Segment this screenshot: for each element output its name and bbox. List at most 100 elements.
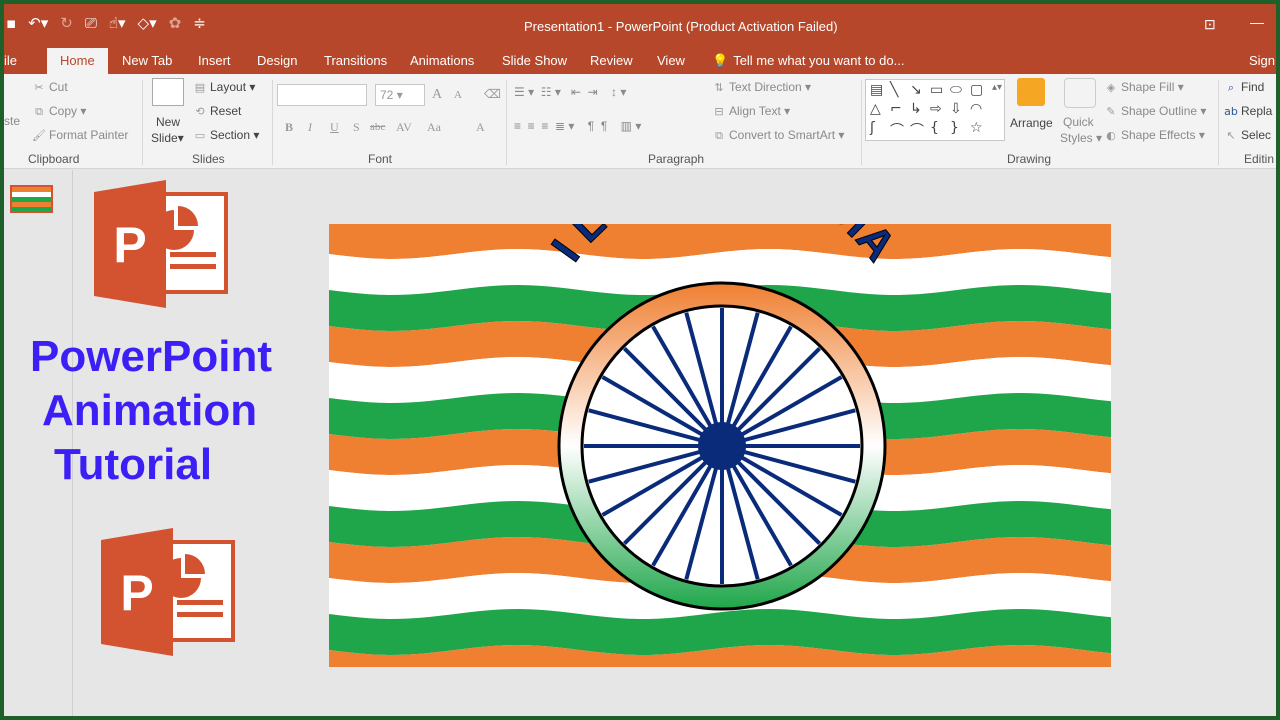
thumb-stripe [12, 207, 51, 211]
elbow-arrow-icon[interactable]: ↳ [910, 101, 922, 117]
curve-icon[interactable]: ⌒ [890, 120, 904, 140]
font-size-combo[interactable]: 72 ▾ [375, 84, 425, 106]
convert-smartart-button[interactable]: ⧉ Convert to SmartArt ▾ [712, 128, 844, 143]
overlay-title-line-2: Animation [42, 386, 258, 435]
touch-mode-icon[interactable]: ☝▾ [109, 14, 126, 32]
undo-icon[interactable]: ↶▾ [28, 14, 48, 32]
copy-button[interactable]: ⧉ Copy ▾ [32, 104, 86, 119]
layout-button[interactable]: ▤ Layout ▾ [193, 80, 256, 94]
cut-button[interactable]: ✂ Cut [32, 80, 67, 94]
arrange-icon[interactable] [1017, 78, 1045, 106]
select-button[interactable]: ↖ Selec [1224, 128, 1271, 142]
clear-formatting-icon[interactable]: ⌫ [484, 87, 501, 102]
textbox-shape-icon[interactable]: ▤ [870, 82, 883, 98]
share-icon[interactable]: ✿ [169, 14, 182, 32]
reset-label: Reset [210, 104, 242, 118]
minimize-icon[interactable]: — [1250, 14, 1264, 30]
tab-new-tab[interactable]: New Tab [122, 53, 172, 68]
redo-icon[interactable]: ↻ [60, 14, 73, 32]
section-button[interactable]: ▭ Section ▾ [193, 128, 260, 142]
separator [1218, 80, 1219, 165]
tell-me-text: Tell me what you want to do... [733, 53, 905, 68]
font-name-combo[interactable] [277, 84, 367, 106]
tab-home[interactable]: Home [47, 48, 108, 74]
elbow-connector-icon[interactable]: ⌐ [890, 101, 902, 117]
more-commands-icon[interactable]: ≑ [193, 14, 206, 32]
text-direction-button[interactable]: ⇅ Text Direction ▾ [712, 80, 811, 94]
star-icon[interactable]: ☆ [970, 120, 983, 136]
format-painter-button[interactable]: 🖌 Format Painter [32, 128, 128, 142]
align-text-label: Align Text [729, 104, 781, 118]
oval-shape-icon[interactable]: ⬭ [950, 82, 962, 98]
shape-outline-button[interactable]: ✎ Shape Outline ▾ [1104, 104, 1206, 118]
present-icon[interactable]: ⎚ [85, 14, 97, 32]
align-text-button[interactable]: ⊟ Align Text ▾ [712, 104, 790, 118]
new-slide-label-2[interactable]: Slide▾ [151, 131, 184, 145]
drawing-group-label: Drawing [1007, 152, 1052, 166]
underline-button[interactable]: U [330, 120, 339, 135]
brace-open-icon[interactable]: { [930, 120, 939, 136]
save-icon[interactable]: ▪ [6, 14, 16, 32]
font-color-button[interactable]: A [476, 120, 485, 135]
tab-review[interactable]: Review [590, 53, 633, 68]
right-arrow-icon[interactable]: ⇨ [930, 101, 942, 117]
line-shape-icon[interactable]: ╲ [890, 82, 898, 98]
change-case-button[interactable]: Aa [427, 120, 441, 135]
shrink-font-button[interactable]: A [454, 89, 462, 101]
tell-me-box[interactable]: 💡 Tell me what you want to do... [712, 53, 904, 69]
tab-transitions[interactable]: Transitions [324, 53, 387, 68]
slide-canvas[interactable]: I LOVE MY INDIA [329, 224, 1111, 667]
curve-2-icon[interactable]: ⌒ [910, 120, 924, 140]
tab-design[interactable]: Design [257, 53, 297, 68]
tab-insert[interactable]: Insert [198, 53, 231, 68]
slide-thumbnail-1[interactable] [10, 185, 53, 213]
tab-file[interactable]: ile [4, 53, 17, 68]
overlay-title-line-1: PowerPoint [30, 332, 273, 381]
rounded-rect-icon[interactable]: ▢ [970, 82, 983, 98]
quick-styles-label-2[interactable]: Styles ▾ [1060, 131, 1102, 145]
quick-styles-icon[interactable] [1064, 78, 1096, 108]
shape-fill-button[interactable]: ◈ Shape Fill ▾ [1104, 80, 1184, 94]
wavy-flag-graphic[interactable]: I LOVE MY INDIA [329, 224, 1111, 667]
strikethrough-button[interactable]: abc [370, 121, 385, 133]
rectangle-shape-icon[interactable]: ▭ [930, 82, 943, 98]
ribbon-tabs: ile Home New Tab Insert Design Transitio… [4, 44, 1276, 74]
clipboard-group-label: Clipboard [28, 152, 80, 166]
shapes-gallery[interactable]: ▤ ╲ ↘ ▭ ⬭ ▢ △ ⌐ ↳ ⇨ ⇩ ◠ ʃ ⌒ ⌒ { } ☆ ▴▾ [865, 79, 1005, 141]
brace-close-icon[interactable]: } [950, 120, 959, 136]
italic-button[interactable]: I [308, 120, 312, 135]
bullets-icon[interactable]: ☰ ▾ ☷ ▾ ⇤ ⇥ ↕ ▾ [514, 85, 626, 99]
shape-outline-label: Shape Outline [1121, 104, 1198, 118]
arrange-button[interactable]: Arrange [1010, 116, 1053, 130]
new-slide-icon[interactable] [152, 78, 184, 106]
reset-button[interactable]: ⟲ Reset [193, 104, 241, 118]
quick-styles-label[interactable]: Quick [1063, 115, 1094, 129]
gallery-scroll-icon[interactable]: ▴▾ [992, 82, 1002, 93]
customize-icon[interactable]: ◇▾ [138, 14, 157, 32]
char-spacing-button[interactable]: AV [396, 120, 412, 135]
find-button[interactable]: ⌕ Find [1224, 80, 1264, 95]
tab-view[interactable]: View [657, 53, 685, 68]
tab-animations[interactable]: Animations [410, 53, 474, 68]
new-slide-label[interactable]: New [156, 115, 180, 129]
arrow-line-icon[interactable]: ↘ [910, 82, 922, 98]
sign-in-link[interactable]: Sign [1249, 53, 1275, 68]
align-icons[interactable]: ≡ ≡ ≡ ≣ ▾ ¶ ¶ ▥ ▾ [514, 119, 641, 133]
paste-button[interactable]: ste [4, 114, 20, 128]
triangle-shape-icon[interactable]: △ [870, 101, 881, 117]
shadow-button[interactable]: S [353, 120, 360, 135]
slides-group-label: Slides [192, 152, 225, 166]
lightbulb-icon: 💡 [712, 53, 729, 68]
separator [272, 80, 273, 165]
bold-button[interactable]: B [285, 120, 293, 135]
window-title: Presentation1 - PowerPoint (Product Acti… [524, 19, 838, 34]
arc-icon[interactable]: ◠ [970, 101, 982, 117]
tab-slide-show[interactable]: Slide Show [502, 53, 567, 68]
ribbon-display-icon[interactable]: ⊡ [1204, 16, 1216, 33]
grow-font-button[interactable]: A [432, 87, 442, 103]
shape-effects-button[interactable]: ◐ Shape Effects ▾ [1104, 128, 1205, 142]
freeform-icon[interactable]: ʃ [870, 120, 875, 136]
scissors-icon: ✂ [34, 81, 44, 94]
replace-button[interactable]: ab Repla [1224, 104, 1272, 118]
down-arrow-icon[interactable]: ⇩ [950, 101, 962, 117]
